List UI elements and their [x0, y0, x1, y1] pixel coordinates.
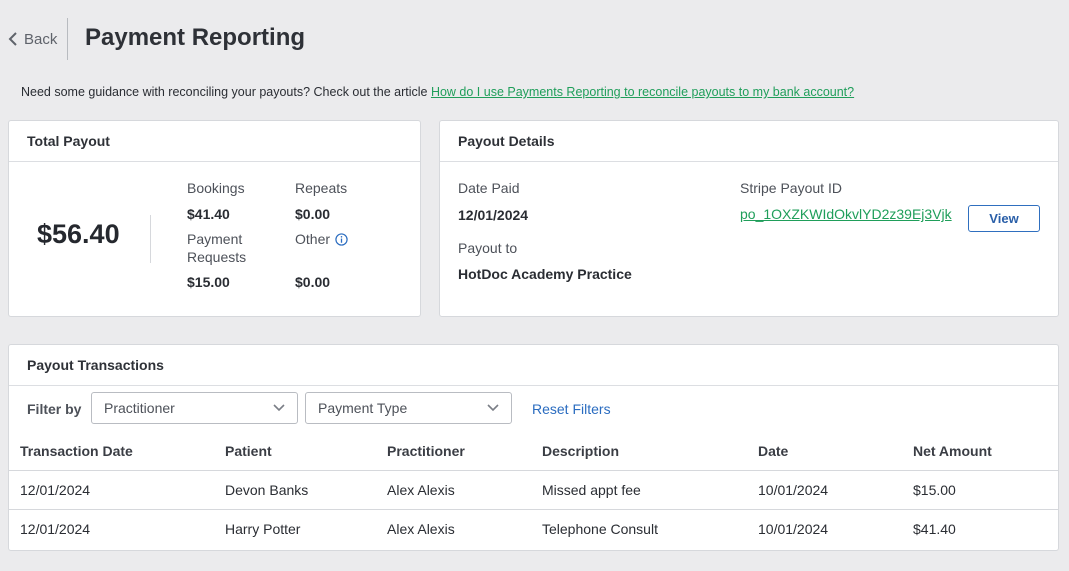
total-payout-divider: [150, 215, 151, 263]
back-button[interactable]: Back: [8, 28, 57, 50]
cell-description: Telephone Consult: [542, 521, 658, 537]
payment-type-select-value: Payment Type: [318, 400, 408, 416]
stripe-payout-id-link[interactable]: po_1OXZKWIdOkvlYD2z39Ej3Vjk: [740, 206, 952, 222]
payout-to-label: Payout to: [458, 240, 518, 256]
payment-requests-value: $15.00: [187, 274, 230, 290]
back-label: Back: [24, 30, 58, 48]
transactions-table: Transaction Date Patient Practitioner De…: [9, 432, 1058, 548]
cell-practitioner: Alex Alexis: [387, 470, 542, 510]
guidance-text: Need some guidance with reconciling your…: [21, 85, 854, 99]
chevron-left-icon: [8, 32, 17, 46]
cell-patient: Devon Banks: [225, 470, 387, 510]
date-paid-label: Date Paid: [458, 180, 520, 196]
guidance-article-link[interactable]: How do I use Payments Reporting to recon…: [431, 85, 854, 99]
payout-details-title: Payout Details: [440, 121, 1058, 162]
guidance-message: Need some guidance with reconciling your…: [21, 85, 431, 99]
total-payout-title: Total Payout: [9, 121, 420, 162]
table-header-row: Transaction Date Patient Practitioner De…: [9, 432, 1058, 471]
column-header-description[interactable]: Description: [542, 432, 758, 471]
page-header: Back Payment Reporting: [0, 0, 1069, 78]
other-value: $0.00: [295, 274, 331, 290]
cell-transaction-date: 12/01/2024: [9, 470, 225, 510]
cell-date: 10/01/2024: [758, 521, 829, 537]
table-row[interactable]: 12/01/2024 Devon Banks Alex Alexis Misse…: [9, 470, 1058, 510]
cell-practitioner: Alex Alexis: [387, 521, 455, 537]
column-header-transaction-date[interactable]: Transaction Date: [9, 432, 225, 471]
stripe-payout-id-label: Stripe Payout ID: [740, 180, 842, 196]
practitioner-select[interactable]: Practitioner: [91, 392, 298, 424]
chevron-down-icon: [487, 404, 499, 412]
column-header-date[interactable]: Date: [758, 432, 913, 471]
info-icon[interactable]: [335, 233, 348, 246]
cell-transaction-date: 12/01/2024: [20, 521, 91, 537]
payment-type-select[interactable]: Payment Type: [305, 392, 512, 424]
payout-transactions-title: Payout Transactions: [9, 345, 1058, 386]
cell-patient: Harry Potter: [225, 521, 301, 537]
cell-net-amount: $15.00: [913, 470, 1058, 510]
page-title: Payment Reporting: [85, 24, 306, 51]
total-payout-card: Total Payout $56.40 Bookings $41.40 Repe…: [8, 120, 421, 317]
column-header-patient[interactable]: Patient: [225, 432, 387, 471]
repeats-value: $0.00: [295, 206, 331, 222]
chevron-down-icon: [273, 404, 285, 412]
cell-description: Missed appt fee: [542, 470, 758, 510]
date-paid-value: 12/01/2024: [458, 207, 529, 223]
cell-net-amount: $41.40: [913, 521, 956, 537]
payout-details-card: Payout Details Date Paid 12/01/2024 Payo…: [439, 120, 1059, 317]
reset-filters-link[interactable]: Reset Filters: [532, 401, 611, 417]
filter-row: Filter by Practitioner Payment Type Rese…: [9, 386, 1058, 430]
payout-transactions-card: Payout Transactions Filter by Practition…: [8, 344, 1059, 551]
column-header-net-amount[interactable]: Net Amount: [913, 432, 1058, 471]
filter-by-label: Filter by: [27, 401, 82, 417]
payment-requests-label: Payment Requests: [187, 230, 246, 266]
other-label: Other: [295, 231, 331, 247]
cell-date: 10/01/2024: [758, 470, 913, 510]
payment-requests-label-line1: Payment: [187, 231, 243, 247]
view-payout-button[interactable]: View: [968, 205, 1040, 232]
bookings-label: Bookings: [187, 180, 245, 196]
other-label-group: Other: [295, 230, 348, 248]
column-header-practitioner[interactable]: Practitioner: [387, 432, 542, 471]
header-divider: [67, 18, 68, 60]
practitioner-select-value: Practitioner: [104, 400, 175, 416]
total-payout-amount: $56.40: [37, 219, 120, 249]
payout-to-value: HotDoc Academy Practice: [458, 266, 632, 282]
bookings-value: $41.40: [187, 206, 230, 222]
repeats-label: Repeats: [295, 180, 348, 196]
payment-requests-label-line2: Requests: [187, 249, 247, 265]
table-row[interactable]: 12/01/2024 Harry Potter Alex Alexis Tele…: [9, 510, 1058, 549]
